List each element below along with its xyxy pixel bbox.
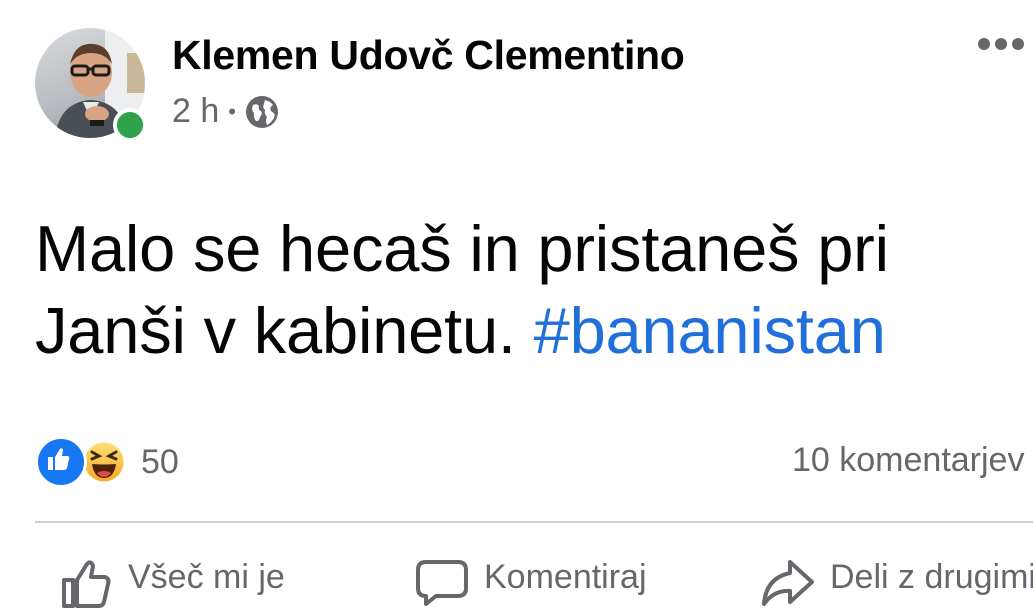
globe-icon[interactable] [245,95,279,129]
post-time[interactable]: 2 h [172,92,219,131]
hashtag-link[interactable]: #bananistan [534,294,886,367]
post-meta: 2 h • [172,92,279,131]
share-button[interactable]: Deli z drugimi [760,558,1033,608]
reactions-summary[interactable]: 50 [35,436,179,488]
facebook-post: Klemen Udovč Clementino 2 h • Malo se he… [0,0,1033,608]
reaction-count: 50 [141,442,179,481]
meta-separator: • [228,98,236,124]
comment-icon [416,560,468,606]
like-button-label: Všeč mi je [128,558,285,596]
haha-reaction-icon [81,439,127,485]
online-status-indicator [113,108,147,142]
more-options-icon[interactable] [978,38,1024,50]
divider [35,521,1033,523]
thumb-up-icon [62,560,111,608]
post-text: Malo se hecaš in pristaneš pri Janši v k… [35,208,995,372]
author-avatar[interactable] [35,28,147,142]
author-name[interactable]: Klemen Udovč Clementino [172,32,685,79]
comment-button[interactable]: Komentiraj [414,558,647,608]
like-button[interactable]: Všeč mi je [58,558,285,608]
share-icon [762,560,814,606]
like-reaction-icon [35,436,87,488]
share-button-label: Deli z drugimi [830,558,1033,596]
comments-count[interactable]: 10 komentarjev [792,441,1024,480]
comment-button-label: Komentiraj [484,558,647,596]
